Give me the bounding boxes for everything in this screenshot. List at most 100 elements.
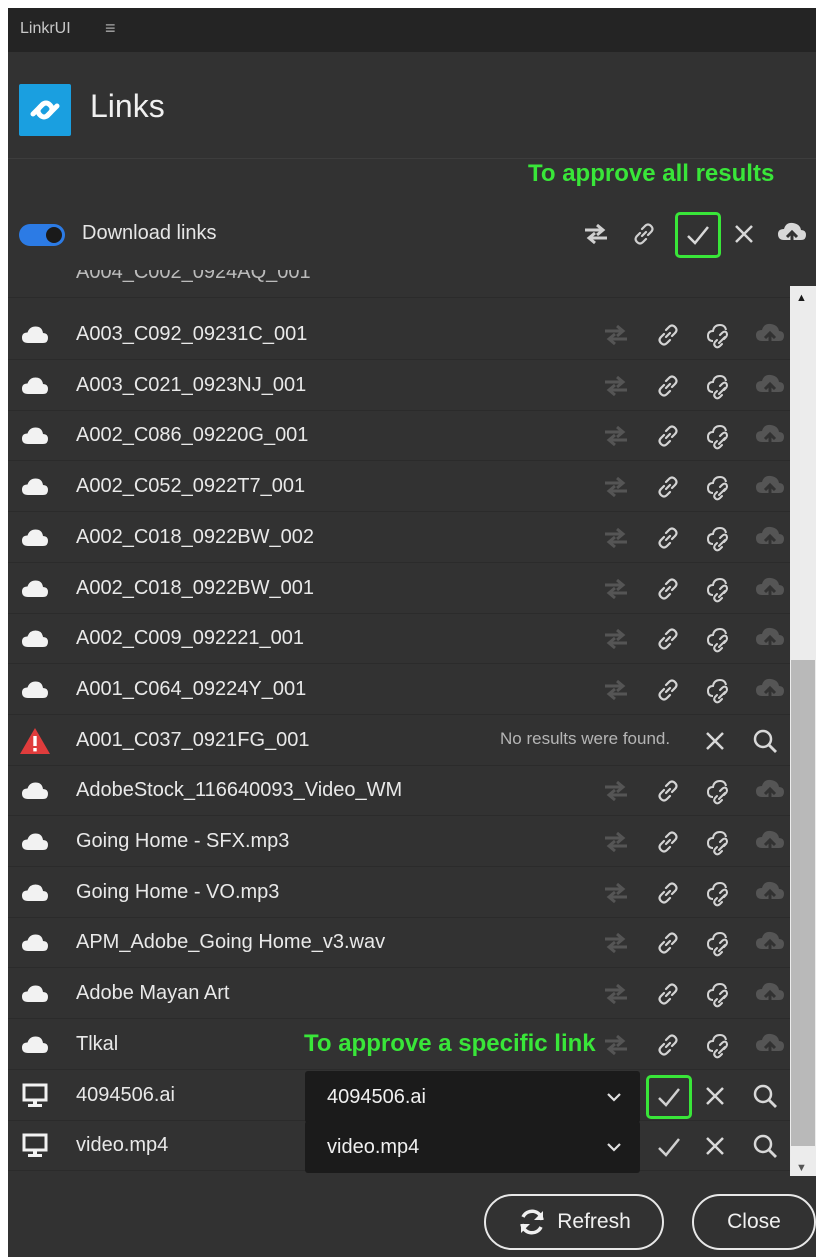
- cloud-link-icon[interactable]: [704, 928, 736, 958]
- close-icon[interactable]: [700, 1081, 730, 1111]
- cloud-icon: [18, 677, 52, 703]
- cloud-link-icon[interactable]: [704, 827, 736, 857]
- app-name: LinkrUI: [20, 20, 71, 37]
- swap-arrows-icon[interactable]: [600, 624, 632, 654]
- link-icon[interactable]: [652, 1030, 684, 1060]
- link-name: A001_C037_0921FG_001: [76, 728, 310, 751]
- no-results-message: No results were found.: [500, 728, 671, 748]
- cloud-link-icon[interactable]: [704, 523, 736, 553]
- search-icon[interactable]: [750, 1131, 780, 1161]
- cloud-upload-icon[interactable]: [754, 523, 786, 553]
- cloud-icon: [18, 373, 52, 399]
- link-icon[interactable]: [652, 624, 684, 654]
- close-button[interactable]: Close: [692, 1194, 816, 1250]
- cloud-upload-icon[interactable]: [754, 827, 786, 857]
- row-actions: [596, 361, 786, 411]
- link-icon[interactable]: [652, 421, 684, 451]
- title-bar: LinkrUI ≡: [8, 8, 816, 52]
- cloud-icon: [18, 1032, 52, 1058]
- link-icon[interactable]: [652, 371, 684, 401]
- cloud-upload-icon[interactable]: [754, 1030, 786, 1060]
- swap-arrows-icon[interactable]: [600, 878, 632, 908]
- swap-arrows-icon[interactable]: [600, 371, 632, 401]
- list-item: Adobe Mayan Art: [8, 969, 790, 1020]
- cloud-link-icon[interactable]: [704, 320, 736, 350]
- cloud-upload-icon[interactable]: [754, 776, 786, 806]
- link-icon[interactable]: [652, 472, 684, 502]
- hamburger-menu-icon[interactable]: ≡: [105, 18, 116, 39]
- clear-x-icon[interactable]: [726, 216, 762, 252]
- approve-check-icon[interactable]: [646, 1074, 692, 1119]
- cloud-link-icon[interactable]: [704, 878, 736, 908]
- link-icon[interactable]: [652, 523, 684, 553]
- cloud-link-icon[interactable]: [704, 979, 736, 1009]
- chevron-down-icon: [606, 1139, 622, 1157]
- cloud-upload-icon[interactable]: [754, 979, 786, 1009]
- swap-arrows-icon[interactable]: [600, 776, 632, 806]
- cloud-link-icon[interactable]: [704, 421, 736, 451]
- swap-arrows-icon[interactable]: [600, 320, 632, 350]
- file-select[interactable]: video.mp4: [305, 1121, 640, 1174]
- swap-arrows-icon[interactable]: [600, 979, 632, 1009]
- link-icon[interactable]: [626, 216, 662, 252]
- scroll-up-arrow-icon[interactable]: ▲: [796, 292, 807, 304]
- cloud-upload-icon[interactable]: [774, 216, 810, 252]
- swap-arrows-icon[interactable]: [600, 421, 632, 451]
- swap-arrows-icon[interactable]: [600, 472, 632, 502]
- link-icon[interactable]: [652, 675, 684, 705]
- link-icon[interactable]: [652, 878, 684, 908]
- refresh-button[interactable]: Refresh: [484, 1194, 664, 1250]
- approve-all-check-icon[interactable]: [675, 212, 721, 258]
- cloud-upload-icon[interactable]: [754, 371, 786, 401]
- cloud-icon: [18, 322, 52, 348]
- close-icon[interactable]: [700, 1131, 730, 1161]
- cloud-upload-icon[interactable]: [754, 320, 786, 350]
- cloud-link-icon[interactable]: [704, 472, 736, 502]
- cloud-upload-icon[interactable]: [754, 624, 786, 654]
- swap-arrows-icon[interactable]: [600, 827, 632, 857]
- list-item: A001_C064_09224Y_001: [8, 665, 790, 715]
- swap-arrows-icon[interactable]: [600, 928, 632, 958]
- row-actions: [596, 817, 786, 867]
- swap-arrows-icon[interactable]: [600, 574, 632, 604]
- chevron-down-icon: [606, 1089, 622, 1107]
- swap-arrows-icon[interactable]: [600, 1030, 632, 1060]
- file-select[interactable]: 4094506.ai: [305, 1070, 640, 1123]
- scrollbar[interactable]: ▲ ▼: [790, 286, 816, 1176]
- annotation-approve-specific: To approve a specific link: [304, 1030, 596, 1057]
- link-icon[interactable]: [652, 979, 684, 1009]
- swap-arrows-icon[interactable]: [600, 675, 632, 705]
- page-title: Links: [90, 88, 165, 124]
- search-icon[interactable]: [750, 1081, 780, 1111]
- search-icon[interactable]: [750, 726, 780, 756]
- link-icon[interactable]: [652, 827, 684, 857]
- cloud-upload-icon[interactable]: [754, 574, 786, 604]
- swap-arrows-icon[interactable]: [578, 216, 614, 252]
- row-actions: [596, 513, 786, 563]
- link-icon[interactable]: [652, 928, 684, 958]
- download-links-toggle[interactable]: [19, 224, 65, 246]
- cloud-link-icon[interactable]: [704, 776, 736, 806]
- cloud-upload-icon[interactable]: [754, 928, 786, 958]
- cloud-upload-icon[interactable]: [754, 421, 786, 451]
- cloud-upload-icon[interactable]: [754, 472, 786, 502]
- scrollbar-thumb[interactable]: [791, 660, 815, 1146]
- cloud-link-icon[interactable]: [704, 624, 736, 654]
- cloud-upload-icon[interactable]: [754, 878, 786, 908]
- row-actions: [596, 868, 786, 918]
- link-name: A004_C002_0924AQ_001: [76, 270, 311, 283]
- link-name: A002_C009_092221_001: [76, 627, 304, 650]
- cloud-upload-icon[interactable]: [754, 675, 786, 705]
- cloud-link-icon[interactable]: [704, 675, 736, 705]
- link-icon[interactable]: [652, 776, 684, 806]
- cloud-icon: [18, 626, 52, 652]
- cloud-link-icon[interactable]: [704, 1030, 736, 1060]
- close-icon[interactable]: [700, 726, 730, 756]
- cloud-link-icon[interactable]: [704, 371, 736, 401]
- cloud-link-icon[interactable]: [704, 574, 736, 604]
- swap-arrows-icon[interactable]: [600, 523, 632, 553]
- approve-check-icon[interactable]: [646, 1125, 692, 1169]
- link-icon[interactable]: [652, 320, 684, 350]
- link-icon[interactable]: [652, 574, 684, 604]
- scroll-down-arrow-icon[interactable]: ▼: [796, 1162, 807, 1174]
